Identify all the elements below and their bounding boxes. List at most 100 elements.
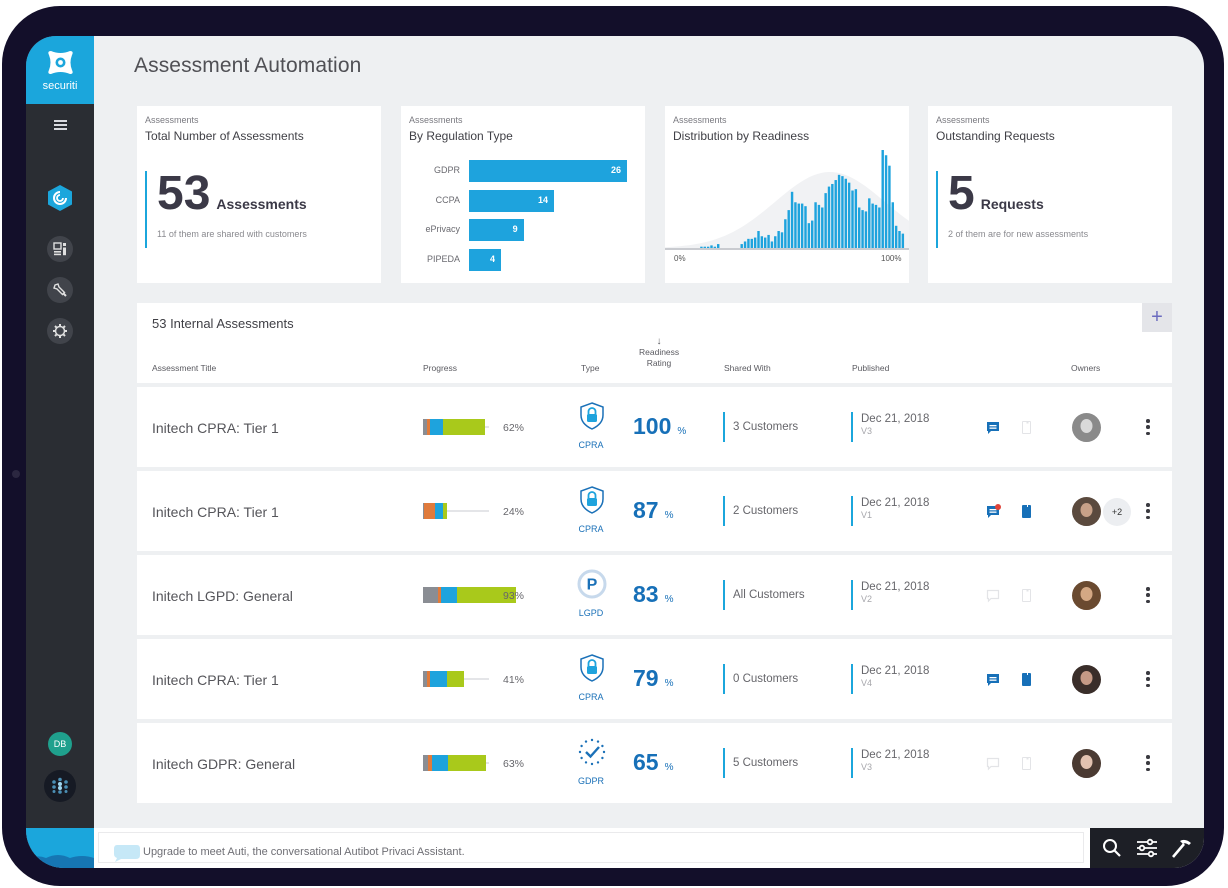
- rating-value: 79: [633, 665, 659, 691]
- regulation-bar-row[interactable]: CCPA 14: [401, 189, 645, 212]
- device-camera: [12, 470, 20, 478]
- histogram-max-label: 100%: [881, 254, 902, 263]
- filters-button[interactable]: [1135, 836, 1159, 860]
- table-row[interactable]: Initech CPRA: Tier 1 24% CPRA 87% 2 Customer…: [137, 471, 1172, 551]
- assessment-title[interactable]: Initech CPRA: Tier 1: [152, 672, 279, 688]
- assessment-title[interactable]: Initech LGPD: General: [152, 588, 293, 604]
- regulation-type-label: CPRA: [578, 692, 604, 702]
- histogram-bar: [797, 203, 800, 248]
- histogram-bar: [713, 246, 717, 248]
- column-header-rating[interactable]: ↓ Readiness Rating: [625, 336, 693, 369]
- sidebar-item-tools[interactable]: [47, 277, 73, 303]
- row-actions-menu-icon[interactable]: [1145, 671, 1151, 687]
- regulation-bar-label: ePrivacy: [425, 224, 460, 234]
- hamburger-menu-icon[interactable]: [54, 120, 67, 130]
- assistant-input[interactable]: Upgrade to meet Auti, the conversational…: [98, 832, 1084, 863]
- column-header-progress[interactable]: Progress: [423, 363, 457, 373]
- table-row[interactable]: Initech CPRA: Tier 1 41% CPRA 79% 0 Customer…: [137, 639, 1172, 719]
- shared-with[interactable]: 3 Customers: [723, 412, 798, 442]
- regulation-bar: 14: [469, 189, 555, 212]
- table-row[interactable]: Initech GDPR: General 63% GDPR 65% 5 Custome…: [137, 723, 1172, 803]
- apps-launcher-button[interactable]: [44, 770, 76, 802]
- column-header-type[interactable]: Type: [581, 363, 599, 373]
- table-row[interactable]: Initech LGPD: General 93% P LGPD 83% All Cust…: [137, 555, 1172, 635]
- readiness-rating: 87%: [633, 497, 693, 524]
- add-assessment-button[interactable]: +: [1142, 303, 1172, 332]
- shared-with[interactable]: 5 Customers: [723, 748, 798, 778]
- shared-with[interactable]: 2 Customers: [723, 496, 798, 526]
- shared-with[interactable]: All Customers: [723, 580, 805, 610]
- attachment-button[interactable]: [1021, 756, 1032, 771]
- comments-button[interactable]: [986, 504, 1001, 519]
- wave-decoration-icon: [26, 855, 94, 868]
- owner-avatar[interactable]: [1072, 497, 1101, 526]
- histogram-bar: [740, 244, 743, 248]
- table-row[interactable]: Initech CPRA: Tier 1 62% CPRA 100% 3 Custome…: [137, 387, 1172, 467]
- histogram-bar: [834, 180, 837, 248]
- attachment-button[interactable]: [1021, 672, 1032, 687]
- brand-logo[interactable]: securiti: [26, 36, 94, 104]
- attachment-button[interactable]: [1021, 504, 1032, 519]
- histogram-bar: [824, 193, 827, 248]
- histogram-bar: [743, 241, 747, 248]
- owner-avatar[interactable]: [1072, 665, 1101, 694]
- histogram-bar: [757, 231, 760, 248]
- comments-button[interactable]: [986, 421, 1000, 435]
- document-icon: [1021, 673, 1032, 691]
- histogram-bar: [700, 246, 703, 248]
- comments-button[interactable]: [986, 757, 1000, 771]
- progress-percent: 24%: [503, 506, 525, 518]
- regulation-bar-label: GDPR: [433, 165, 460, 175]
- row-actions-menu-icon[interactable]: [1145, 587, 1151, 603]
- column-header-owners[interactable]: Owners: [1071, 363, 1100, 373]
- rating-unit: %: [664, 594, 674, 605]
- table-title: 53 Internal Assessments: [152, 316, 294, 331]
- regulation-bar-row[interactable]: PIPEDA 4: [401, 248, 645, 271]
- rating-unit: %: [664, 678, 674, 689]
- regulation-bar-row[interactable]: ePrivacy 9: [401, 219, 645, 241]
- search-icon: [1102, 839, 1121, 857]
- assessment-title[interactable]: Initech GDPR: General: [152, 756, 295, 772]
- owner-avatar[interactable]: [1072, 749, 1101, 778]
- search-button[interactable]: [1100, 836, 1124, 860]
- stat-value: 5: [948, 167, 975, 220]
- published-date: Dec 21, 2018: [861, 665, 930, 677]
- histogram-bar: [814, 202, 817, 248]
- assessment-title[interactable]: Initech CPRA: Tier 1: [152, 504, 279, 520]
- regulation-bar-value: 26: [610, 165, 621, 175]
- histogram-bar: [710, 245, 713, 248]
- histogram-bar: [888, 165, 891, 248]
- more-owners-badge[interactable]: +2: [1103, 498, 1131, 526]
- user-avatar[interactable]: DB: [48, 732, 72, 756]
- column-header-title[interactable]: Assessment Title: [152, 363, 216, 373]
- sidebar-item-dashboard[interactable]: [47, 236, 73, 262]
- progress-bar: [423, 671, 464, 687]
- published-info: Dec 21, 2018 V1: [851, 496, 929, 526]
- shared-with[interactable]: 0 Customers: [723, 664, 798, 694]
- owner-avatar[interactable]: [1072, 581, 1101, 610]
- svg-text:P: P: [587, 577, 598, 594]
- rating-value: 83: [633, 581, 659, 607]
- column-header-shared[interactable]: Shared With: [724, 363, 771, 373]
- histogram-bar: [764, 237, 767, 248]
- column-header-published[interactable]: Published: [852, 363, 889, 373]
- published-version: V3: [861, 426, 873, 436]
- comments-button[interactable]: [986, 589, 1000, 603]
- comments-button[interactable]: [986, 673, 1000, 687]
- regulation-type-label: CPRA: [578, 440, 604, 450]
- row-actions-menu-icon[interactable]: [1145, 419, 1151, 435]
- row-actions-menu-icon[interactable]: [1145, 755, 1151, 771]
- owner-avatar[interactable]: [1072, 413, 1101, 442]
- assessment-title[interactable]: Initech CPRA: Tier 1: [152, 420, 279, 436]
- tools-button[interactable]: [1170, 836, 1194, 860]
- row-actions-menu-icon[interactable]: [1145, 503, 1151, 519]
- histogram-bar: [898, 231, 901, 248]
- attachment-button[interactable]: [1021, 420, 1032, 435]
- device-bezel: securiti DB Assessment Automation Assess…: [2, 6, 1224, 886]
- regulation-bar-row[interactable]: GDPR 26: [401, 160, 645, 182]
- histogram-bar: [780, 232, 784, 248]
- progress-segment: [435, 503, 443, 519]
- sidebar-item-privacy[interactable]: [47, 184, 73, 212]
- attachment-button[interactable]: [1021, 588, 1032, 603]
- sidebar-item-settings[interactable]: [47, 318, 73, 344]
